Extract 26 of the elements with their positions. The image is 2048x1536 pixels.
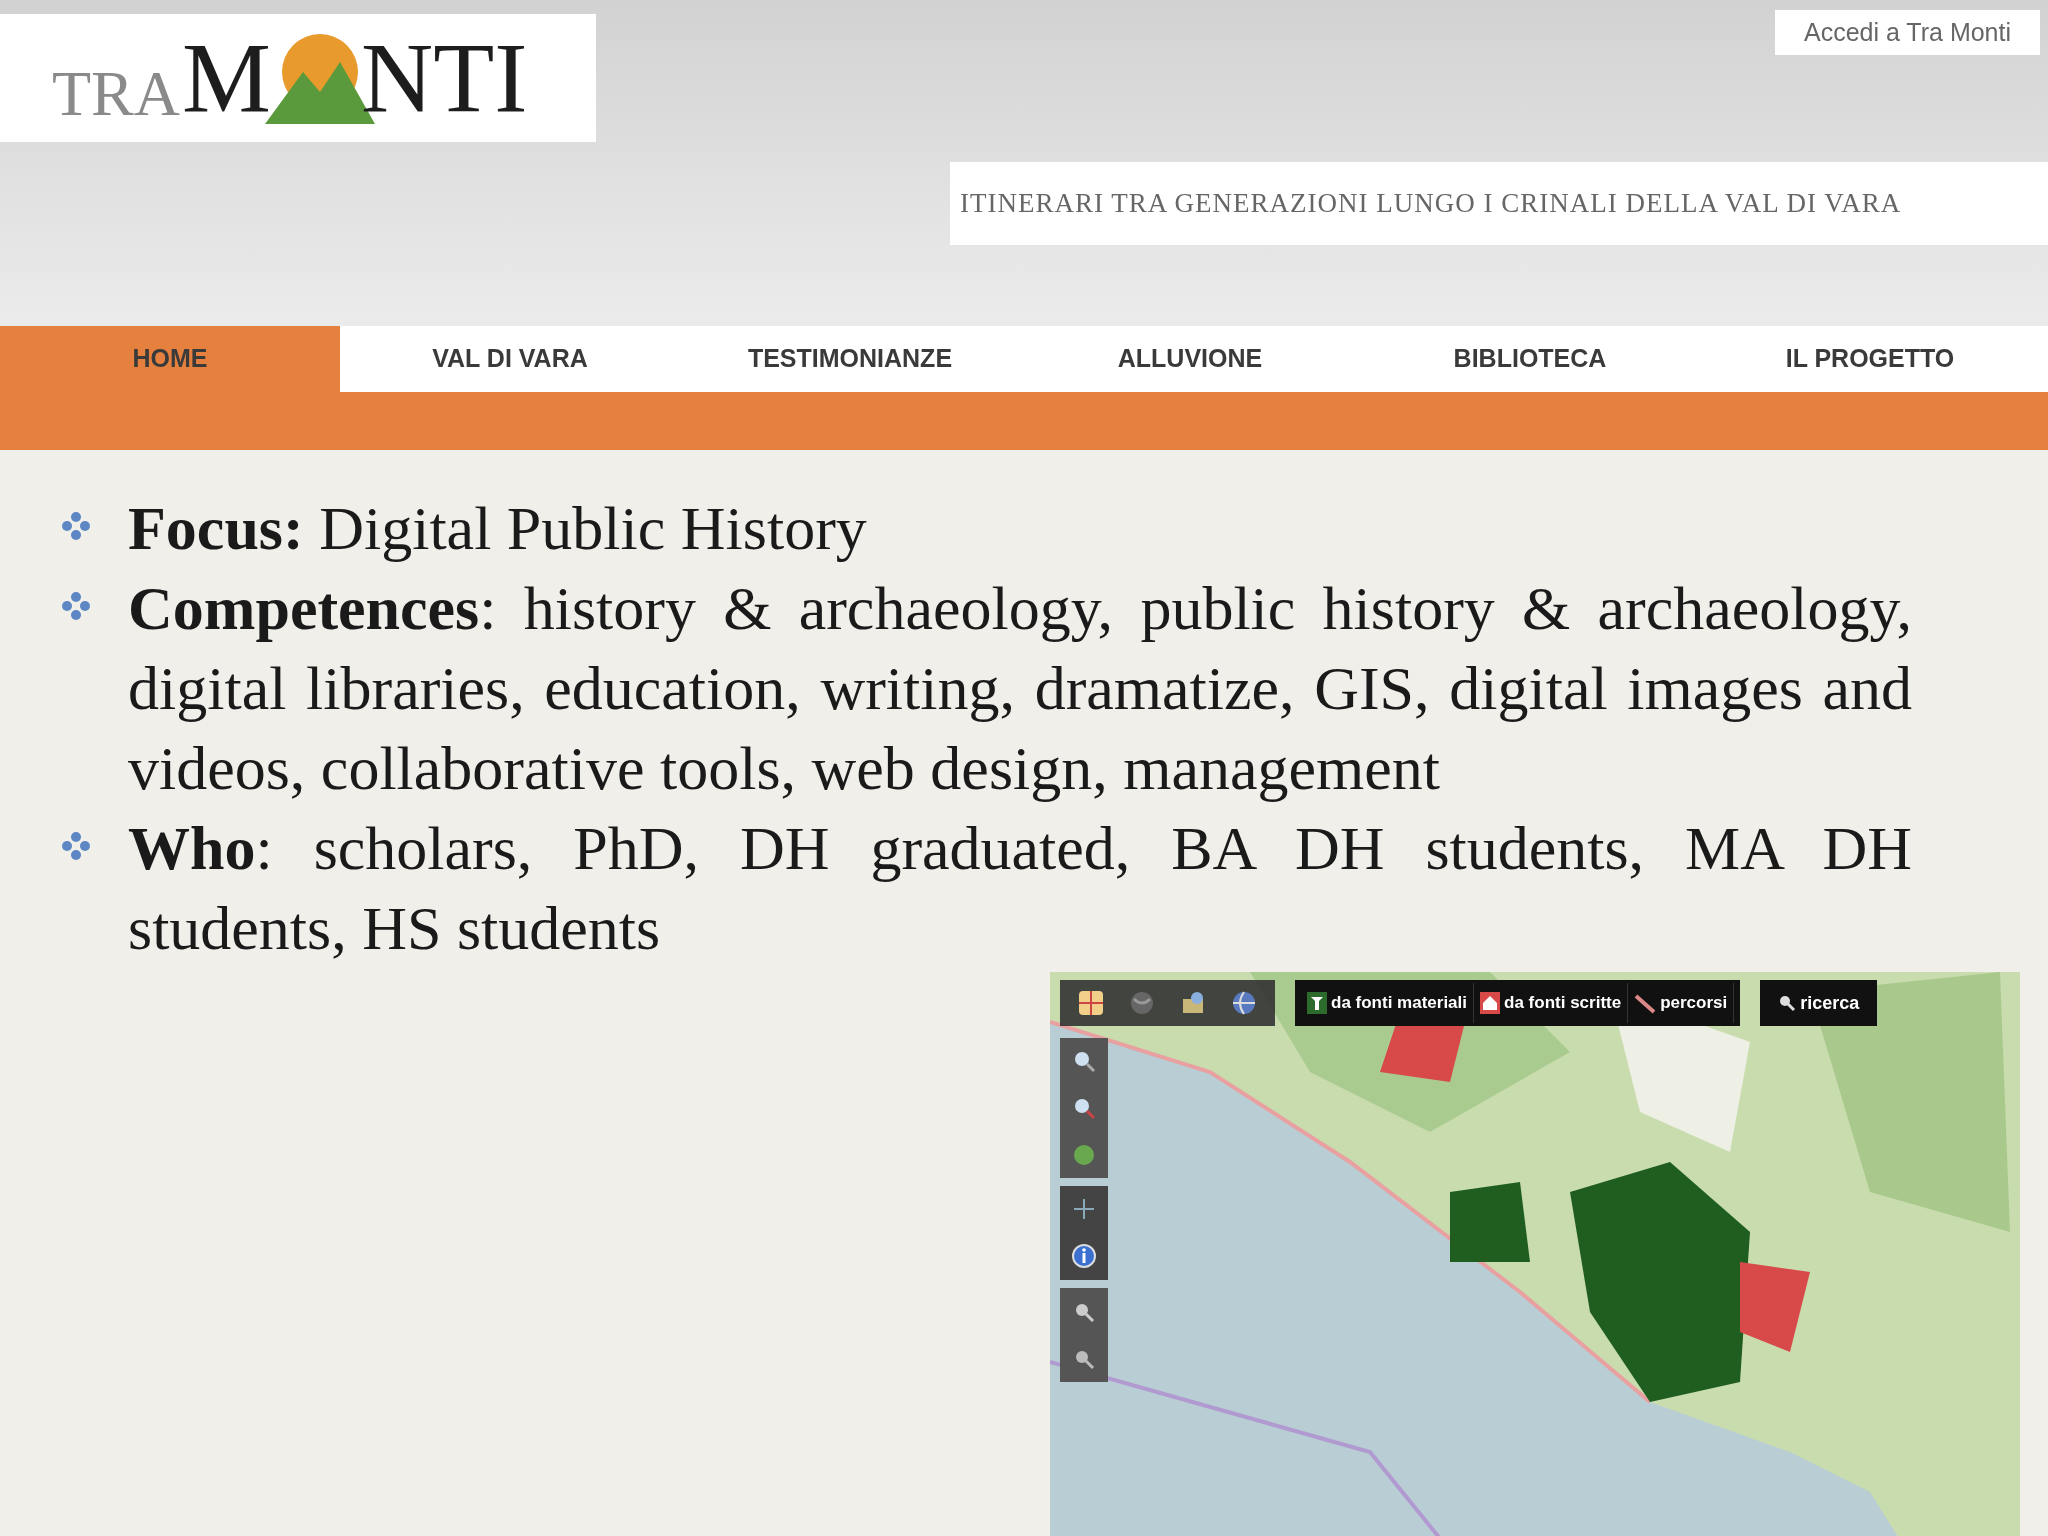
logo-prefix: TRA [52,62,180,126]
zoom-out-icon[interactable] [1072,1096,1096,1120]
info-icon[interactable] [1071,1243,1097,1269]
zoom-in-icon[interactable] [1072,1049,1096,1074]
house-icon [1480,992,1501,1014]
logo[interactable]: TRAM NTI [0,14,596,142]
login-link[interactable]: Accedi a Tra Monti [1775,10,2040,55]
search-icon [1778,994,1797,1012]
search-button[interactable]: ricerca [1760,980,1878,1026]
route-icon [1634,992,1657,1014]
bullet-text: Who: scholars, PhD, DH graduated, BA DH students, MA DH students, HS students [128,813,1912,964]
map-layer-icon[interactable] [1077,989,1106,1017]
bullet-icon [60,510,92,542]
layer-button[interactable]: da fonti scritte [1474,983,1629,1023]
layer-button[interactable]: da fonti materiali [1301,983,1475,1023]
logo-letter: M [182,28,271,128]
layer-button[interactable]: percorsi [1628,983,1735,1023]
move-icon[interactable] [1072,1197,1096,1221]
bullet-text: Focus: Digital Public History [128,493,868,564]
bullet-text: Competences: history & archaeology, public history & archaeology, digital libraries, education, writing, dramatize, GIS, digital images and videos, collaborative tools, web design, management [128,573,1912,804]
bullet-icon [60,590,92,622]
logo-letters: NTI [360,28,528,128]
tagline: ITINERARI TRA GENERAZIONI LUNGO I CRINALI DELLA VAL DI VARA [950,162,2048,245]
nav-tab[interactable]: HOME [0,326,340,392]
tree-icon [1307,992,1327,1014]
bullet-icon [60,830,92,862]
